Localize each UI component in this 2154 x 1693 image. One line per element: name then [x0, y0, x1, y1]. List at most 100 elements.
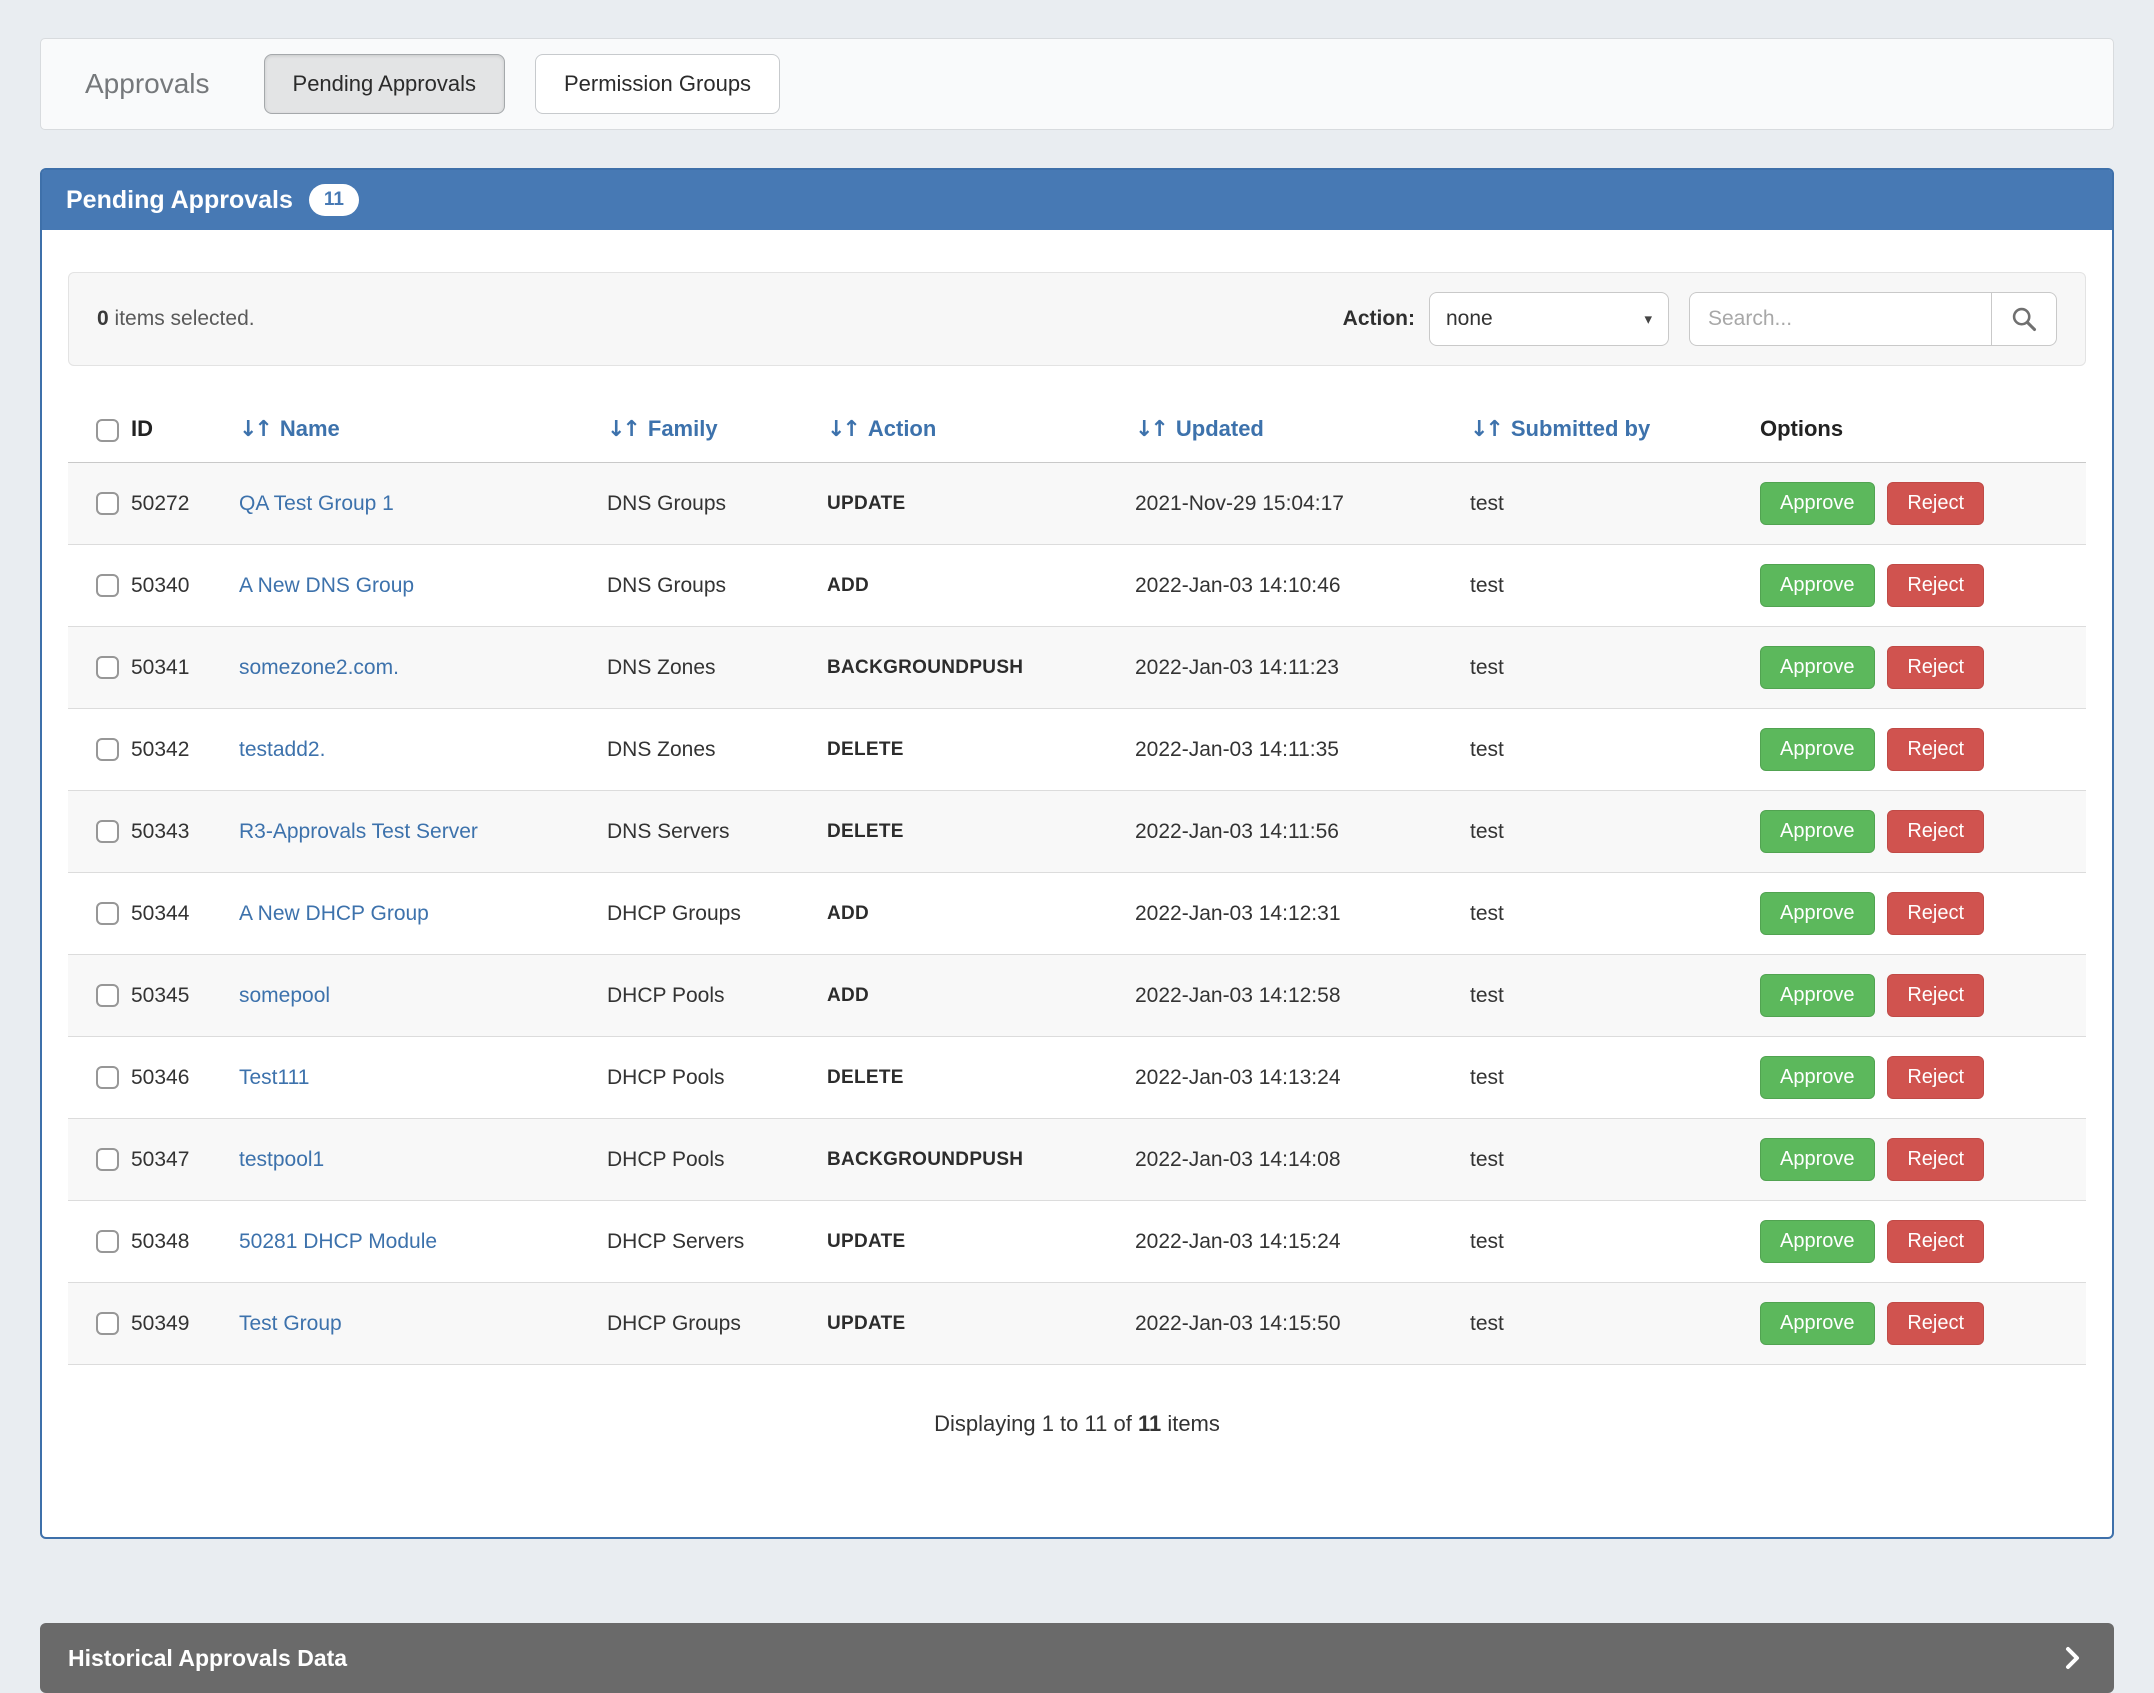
- row-name-cell: testpool1: [239, 1119, 607, 1201]
- row-name-link[interactable]: testpool1: [239, 1148, 324, 1171]
- row-submitted-by: test: [1470, 1119, 1760, 1201]
- approve-button[interactable]: Approve: [1760, 892, 1875, 935]
- row-options-cell: Approve Reject: [1760, 873, 2086, 955]
- row-name-link[interactable]: QA Test Group 1: [239, 492, 394, 515]
- row-checkbox[interactable]: [96, 1230, 119, 1253]
- row-checkbox[interactable]: [96, 492, 119, 515]
- row-submitted-by: test: [1470, 955, 1760, 1037]
- row-checkbox[interactable]: [96, 984, 119, 1007]
- table-row: 50341 somezone2.com. DNS Zones BACKGROUN…: [68, 627, 2086, 709]
- tab-permission-groups[interactable]: Permission Groups: [535, 54, 780, 114]
- row-name-link[interactable]: testadd2.: [239, 738, 325, 761]
- row-name-link[interactable]: R3-Approvals Test Server: [239, 820, 478, 843]
- reject-button[interactable]: Reject: [1887, 1220, 1984, 1263]
- row-updated: 2022-Jan-03 14:13:24: [1135, 1037, 1470, 1119]
- column-header-name[interactable]: ↓↑Name: [239, 416, 607, 463]
- pagination-prefix: Displaying 1 to 11 of: [934, 1411, 1138, 1436]
- row-name-cell: Test Group: [239, 1283, 607, 1365]
- table-row: 50272 QA Test Group 1 DNS Groups UPDATE …: [68, 463, 2086, 545]
- select-all-checkbox[interactable]: [96, 419, 119, 442]
- row-submitted-by: test: [1470, 545, 1760, 627]
- row-updated: 2022-Jan-03 14:12:58: [1135, 955, 1470, 1037]
- row-id: 50342: [131, 709, 239, 791]
- row-family: DHCP Groups: [607, 873, 827, 955]
- reject-button[interactable]: Reject: [1887, 646, 1984, 689]
- row-family: DHCP Pools: [607, 1037, 827, 1119]
- row-name-link[interactable]: somezone2.com.: [239, 656, 399, 679]
- row-updated: 2022-Jan-03 14:15:24: [1135, 1201, 1470, 1283]
- reject-button[interactable]: Reject: [1887, 974, 1984, 1017]
- action-select-value: none: [1446, 307, 1493, 331]
- search-button[interactable]: [1991, 292, 2057, 346]
- approve-button[interactable]: Approve: [1760, 974, 1875, 1017]
- approve-button[interactable]: Approve: [1760, 1220, 1875, 1263]
- row-name-link[interactable]: Test111: [239, 1066, 309, 1089]
- reject-button[interactable]: Reject: [1887, 892, 1984, 935]
- table-row: 50340 A New DNS Group DNS Groups ADD 202…: [68, 545, 2086, 627]
- row-name-cell: testadd2.: [239, 709, 607, 791]
- row-checkbox[interactable]: [96, 738, 119, 761]
- reject-button[interactable]: Reject: [1887, 1056, 1984, 1099]
- search-input[interactable]: [1689, 292, 1991, 346]
- column-header-action[interactable]: ↓↑Action: [827, 416, 1135, 463]
- row-checkbox[interactable]: [96, 574, 119, 597]
- action-select[interactable]: none ▾: [1429, 292, 1669, 346]
- tab-pending-approvals[interactable]: Pending Approvals: [264, 54, 505, 114]
- table-row: 50347 testpool1 DHCP Pools BACKGROUNDPUS…: [68, 1119, 2086, 1201]
- row-action: DELETE: [827, 791, 1135, 873]
- reject-button[interactable]: Reject: [1887, 482, 1984, 525]
- historical-approvals-bar[interactable]: Historical Approvals Data: [40, 1623, 2114, 1693]
- approve-button[interactable]: Approve: [1760, 1138, 1875, 1181]
- select-all-cell: [68, 416, 131, 463]
- row-action: BACKGROUNDPUSH: [827, 627, 1135, 709]
- table-row: 50344 A New DHCP Group DHCP Groups ADD 2…: [68, 873, 2086, 955]
- pagination-status: Displaying 1 to 11 of 11 items: [68, 1411, 2086, 1437]
- row-checkbox[interactable]: [96, 820, 119, 843]
- reject-button[interactable]: Reject: [1887, 564, 1984, 607]
- row-id: 50345: [131, 955, 239, 1037]
- row-updated: 2022-Jan-03 14:12:31: [1135, 873, 1470, 955]
- approve-button[interactable]: Approve: [1760, 564, 1875, 607]
- row-family: DHCP Pools: [607, 1119, 827, 1201]
- approve-button[interactable]: Approve: [1760, 1056, 1875, 1099]
- column-header-options: Options: [1760, 416, 2086, 463]
- table-row: 50345 somepool DHCP Pools ADD 2022-Jan-0…: [68, 955, 2086, 1037]
- row-action: ADD: [827, 955, 1135, 1037]
- table-row: 50348 50281 DHCP Module DHCP Servers UPD…: [68, 1201, 2086, 1283]
- row-name-link[interactable]: A New DNS Group: [239, 574, 414, 597]
- approve-button[interactable]: Approve: [1760, 482, 1875, 525]
- row-id: 50272: [131, 463, 239, 545]
- row-updated: 2022-Jan-03 14:15:50: [1135, 1283, 1470, 1365]
- row-checkbox[interactable]: [96, 1148, 119, 1171]
- row-updated: 2022-Jan-03 14:10:46: [1135, 545, 1470, 627]
- page-title: Approvals: [85, 68, 210, 100]
- row-checkbox[interactable]: [96, 902, 119, 925]
- reject-button[interactable]: Reject: [1887, 1138, 1984, 1181]
- row-name-link[interactable]: somepool: [239, 984, 330, 1007]
- approve-button[interactable]: Approve: [1760, 1302, 1875, 1345]
- row-checkbox[interactable]: [96, 656, 119, 679]
- sort-icon: ↓↑: [607, 417, 638, 442]
- approve-button[interactable]: Approve: [1760, 728, 1875, 771]
- row-checkbox-cell: [68, 1283, 131, 1365]
- row-submitted-by: test: [1470, 1283, 1760, 1365]
- row-checkbox[interactable]: [96, 1312, 119, 1335]
- reject-button[interactable]: Reject: [1887, 810, 1984, 853]
- reject-button[interactable]: Reject: [1887, 728, 1984, 771]
- row-id: 50348: [131, 1201, 239, 1283]
- approve-button[interactable]: Approve: [1760, 810, 1875, 853]
- column-header-family[interactable]: ↓↑Family: [607, 416, 827, 463]
- row-checkbox[interactable]: [96, 1066, 119, 1089]
- row-name-link[interactable]: A New DHCP Group: [239, 902, 429, 925]
- reject-button[interactable]: Reject: [1887, 1302, 1984, 1345]
- pagination-total: 11: [1138, 1411, 1161, 1436]
- row-submitted-by: test: [1470, 791, 1760, 873]
- approve-button[interactable]: Approve: [1760, 646, 1875, 689]
- row-name-link[interactable]: Test Group: [239, 1312, 342, 1335]
- row-name-link[interactable]: 50281 DHCP Module: [239, 1230, 437, 1253]
- column-header-submitted-by[interactable]: ↓↑Submitted by: [1470, 416, 1760, 463]
- row-options-cell: Approve Reject: [1760, 1119, 2086, 1201]
- panel-title: Pending Approvals: [66, 186, 293, 215]
- column-header-updated[interactable]: ↓↑Updated: [1135, 416, 1470, 463]
- row-checkbox-cell: [68, 955, 131, 1037]
